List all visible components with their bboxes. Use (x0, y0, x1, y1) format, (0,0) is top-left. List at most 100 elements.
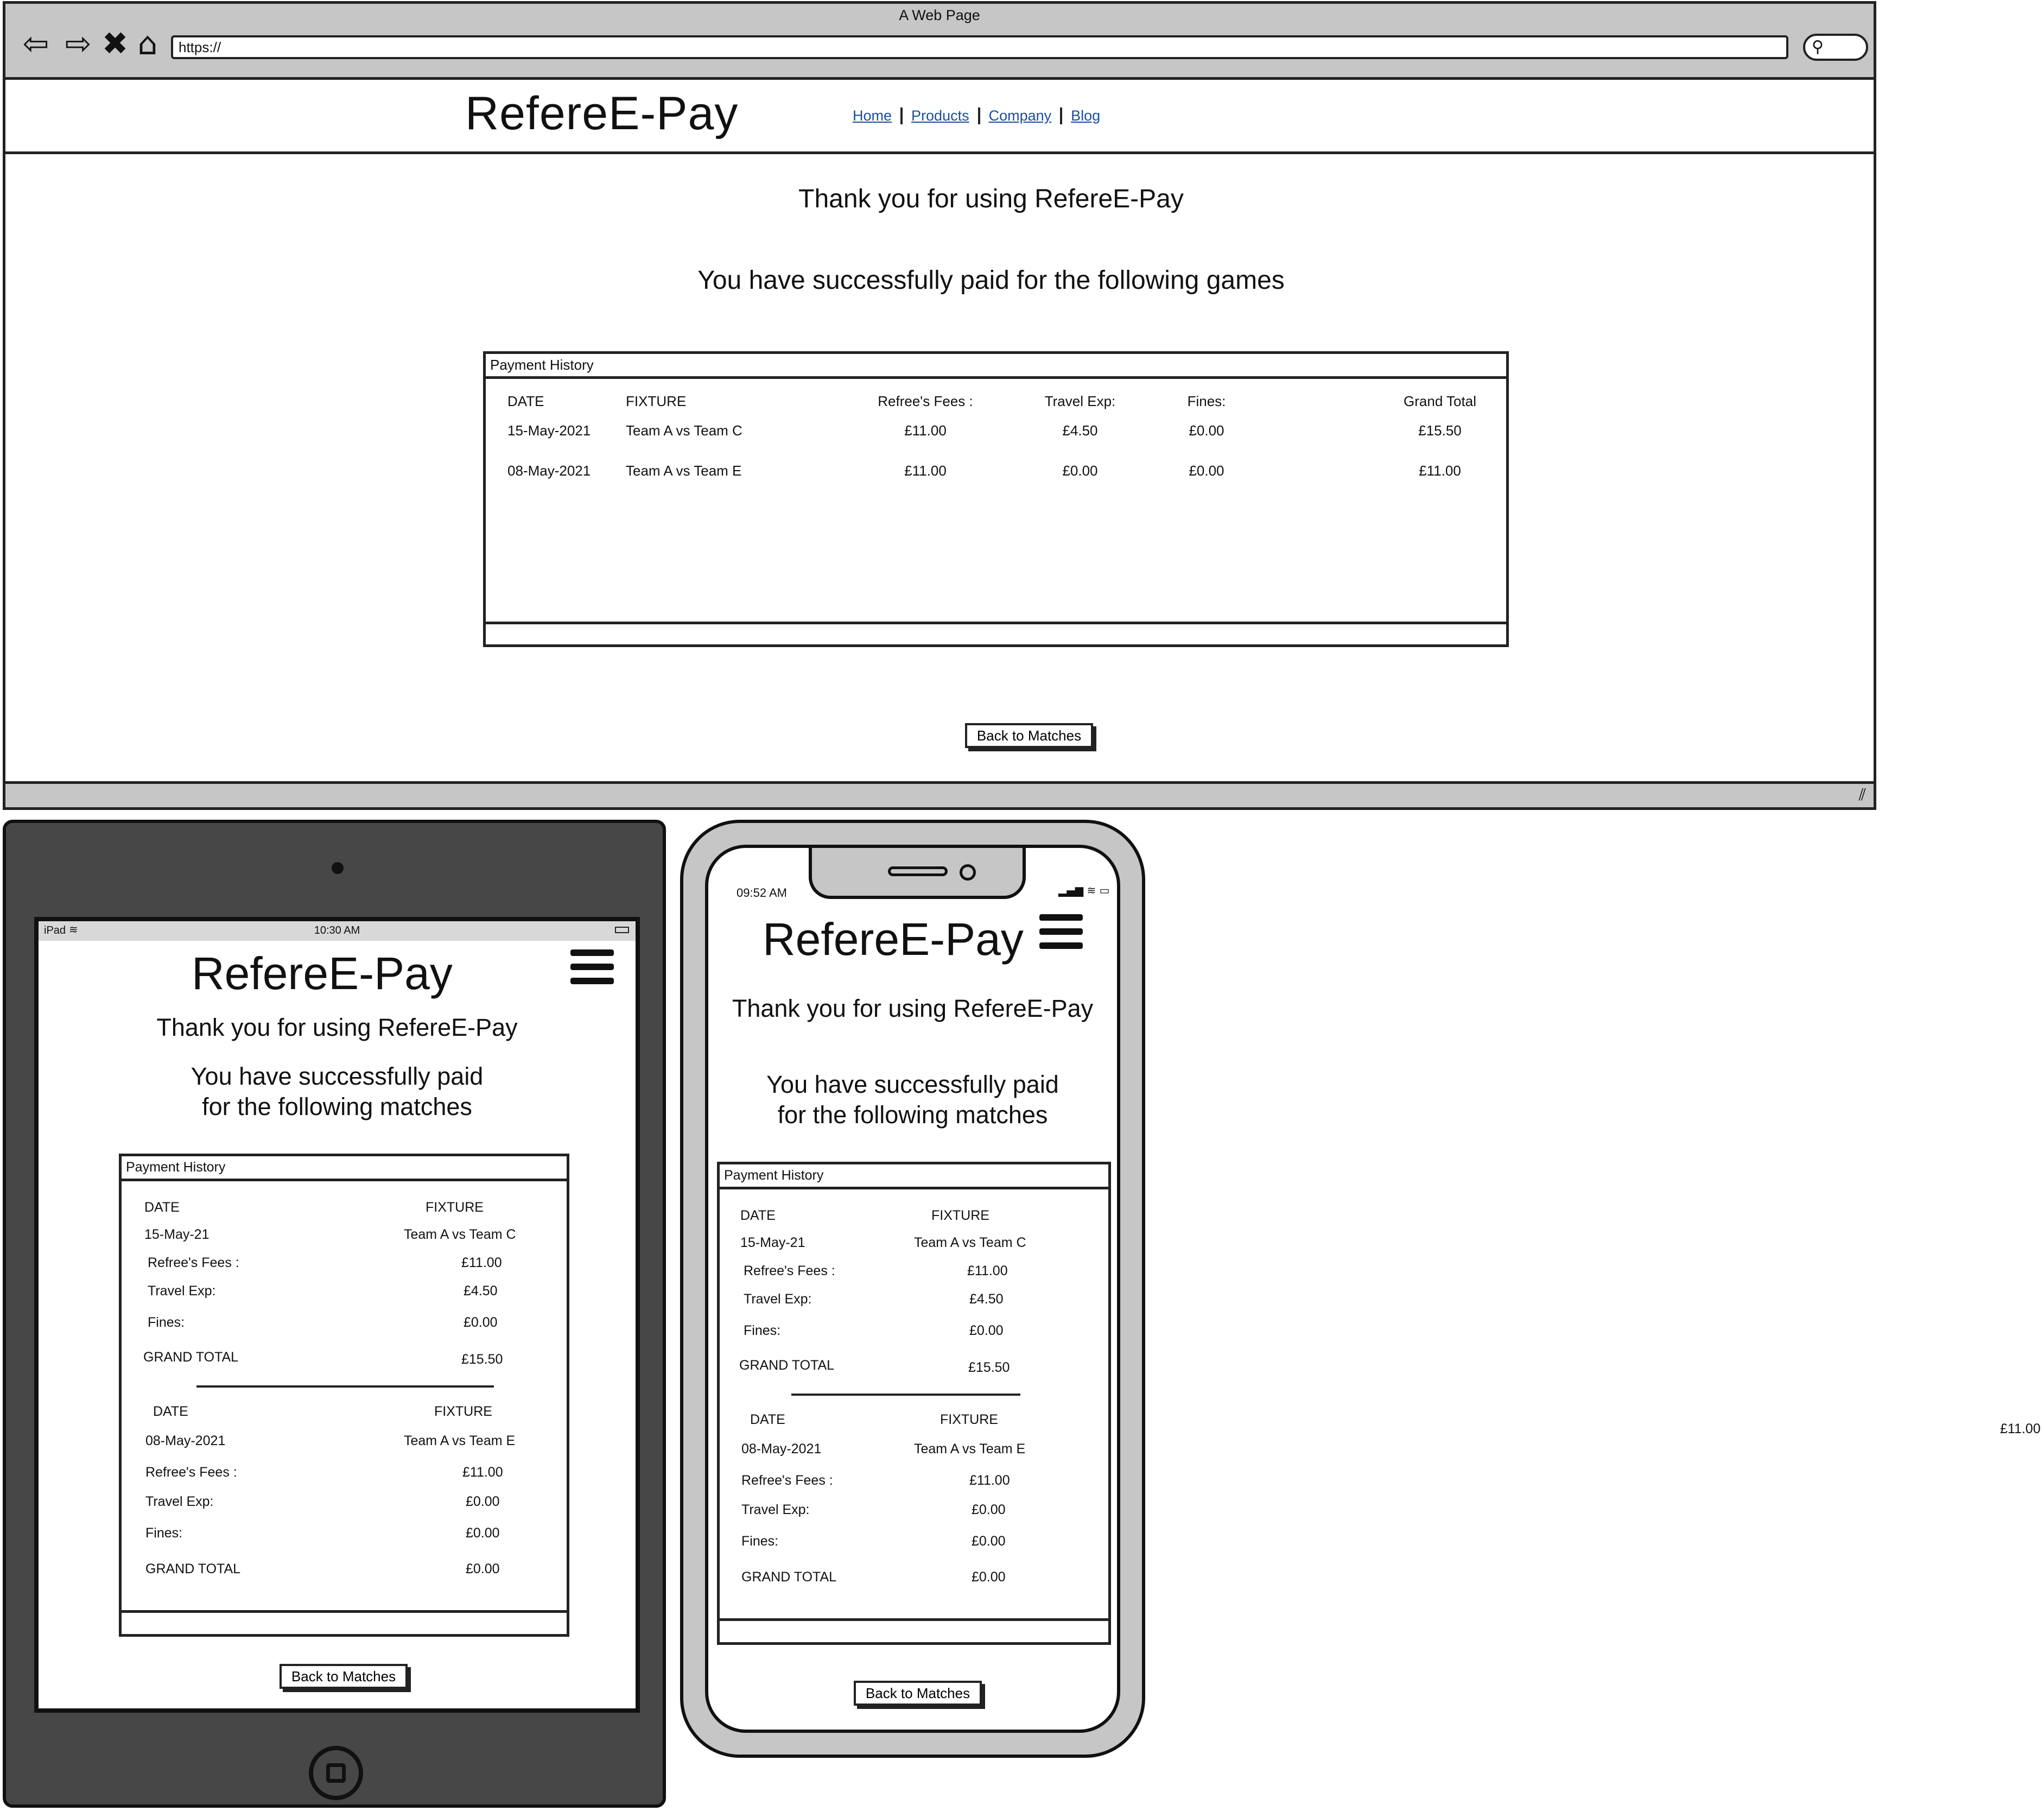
payment-success-message: You have successfully paid for the follo… (697, 266, 1285, 295)
payment-history-table: Payment History DATE FIXTURE Refree's Fe… (483, 351, 1509, 647)
cell-grand-total: £11.00 (1419, 463, 1461, 479)
date-label: DATE (740, 1208, 776, 1223)
fines-value: £0.00 (969, 1323, 1004, 1338)
grand-total-value: £0.00 (972, 1569, 1006, 1585)
message-line: for the following matches (777, 1101, 1048, 1129)
cell-fees: £11.00 (904, 422, 947, 439)
cell-travel: £0.00 (1062, 463, 1098, 479)
travel-value: £0.00 (466, 1494, 500, 1509)
col-travel: Travel Exp: (1044, 393, 1116, 409)
col-fixture: FIXTURE (626, 393, 687, 409)
back-to-matches-button[interactable]: Back to Matches (280, 1664, 408, 1689)
forward-arrow-icon[interactable]: ⇨ (60, 24, 97, 62)
cell-date: 15-May-2021 (507, 422, 591, 439)
nav-products-link[interactable]: Products (903, 107, 980, 124)
back-to-matches-button[interactable]: Back to Matches (965, 723, 1093, 748)
hamburger-menu-icon[interactable] (570, 949, 614, 992)
date-value: 08-May-2021 (145, 1433, 226, 1448)
travel-label: Travel Exp: (741, 1502, 810, 1517)
date-value: 15-May-21 (740, 1235, 805, 1250)
table-footer (122, 1610, 567, 1634)
grand-total-label: GRAND TOTAL (143, 1350, 239, 1365)
main-nav: Home Products Company Blog (844, 107, 1109, 124)
table-title: Payment History (720, 1164, 1108, 1189)
speaker-icon (888, 866, 948, 876)
payment-success-message: You have successfully paid for the follo… (708, 1069, 1117, 1130)
message-line: You have successfully paid (191, 1062, 484, 1090)
date-label: DATE (153, 1404, 188, 1419)
camera-icon (960, 864, 976, 881)
date-value: 15-May-21 (144, 1227, 210, 1242)
table-footer (486, 622, 1506, 644)
thank-you-heading: Thank you for using RefereE-Pay (798, 185, 1184, 213)
grand-total-label: GRAND TOTAL (739, 1358, 835, 1373)
record-divider (196, 1385, 494, 1388)
home-button-icon[interactable] (309, 1746, 363, 1800)
table-header-row: DATE FIXTURE Refree's Fees : Travel Exp:… (486, 393, 1506, 415)
fees-value: £11.00 (969, 1473, 1010, 1488)
fees-label: Refree's Fees : (148, 1255, 239, 1270)
stray-amount-label: £11.00 (2000, 1421, 2041, 1436)
message-line: for the following matches (202, 1093, 472, 1120)
nav-home-link[interactable]: Home (844, 107, 903, 124)
fixture-value: Team A vs Team C (404, 1227, 516, 1242)
site-logo[interactable]: RefereE-Pay (192, 947, 453, 1000)
cell-fixture: Team A vs Team C (626, 422, 742, 439)
status-time: 09:52 AM (737, 886, 787, 900)
phone-screen: 09:52 AM ▂▄▆ ≋ ▭ RefereE-Pay Thank you f… (705, 845, 1120, 1733)
fixture-label: FIXTURE (434, 1404, 492, 1419)
fines-value: £0.00 (972, 1534, 1006, 1549)
site-logo[interactable]: RefereE-Pay (465, 87, 738, 141)
travel-label: Travel Exp: (148, 1283, 216, 1299)
travel-label: Travel Exp: (744, 1291, 812, 1307)
nav-company-link[interactable]: Company (980, 107, 1063, 124)
message-line: You have successfully paid (766, 1071, 1059, 1098)
close-icon[interactable]: ✖ (97, 24, 134, 62)
thank-you-heading: Thank you for using RefereE-Pay (732, 995, 1094, 1022)
browser-search-field[interactable]: ⚲ (1803, 34, 1868, 61)
fees-value: £11.00 (462, 1465, 503, 1480)
back-arrow-icon[interactable]: ⇦ (17, 24, 54, 62)
fixture-value: Team A vs Team E (914, 1441, 1026, 1457)
status-time: 10:30 AM (314, 925, 360, 936)
date-value: 08-May-2021 (741, 1441, 822, 1457)
site-logo[interactable]: RefereE-Pay (763, 913, 1024, 966)
tablet-frame: iPad ≋ 10:30 AM RefereE-Pay Thank you fo… (3, 820, 666, 1808)
fixture-value: Team A vs Team C (914, 1235, 1026, 1250)
travel-value: £4.50 (464, 1283, 498, 1299)
record-divider (791, 1394, 1020, 1396)
cell-fines: £0.00 (1189, 422, 1224, 439)
hamburger-menu-icon[interactable] (1039, 914, 1083, 957)
fixture-label: FIXTURE (931, 1208, 989, 1223)
nav-blog-link[interactable]: Blog (1062, 107, 1109, 124)
grand-total-value: £0.00 (466, 1561, 500, 1576)
travel-value: £0.00 (972, 1502, 1006, 1517)
resize-grip-icon[interactable]: ⫽ (1859, 786, 1866, 805)
site-header: RefereE-Pay Home Products Company Blog (5, 81, 1874, 154)
home-icon[interactable]: ⌂ (129, 24, 166, 62)
battery-icon (615, 927, 629, 933)
cell-date: 08-May-2021 (507, 463, 591, 479)
browser-status-bar: ⫽ (5, 781, 1874, 807)
fines-label: Fines: (148, 1315, 185, 1330)
grand-total-value: £15.50 (461, 1352, 503, 1367)
thank-you-heading: Thank you for using RefereE-Pay (156, 1014, 518, 1041)
payment-history-table: Payment History DATE FIXTURE 15-May-21 T… (717, 1162, 1111, 1645)
browser-toolbar: A Web Page ⇦ ⇨ ✖ ⌂ https:// ⚲ (5, 4, 1874, 80)
payment-history-table: Payment History DATE FIXTURE 15-May-21 T… (119, 1154, 569, 1637)
back-to-matches-button[interactable]: Back to Matches (854, 1681, 982, 1706)
col-fines: Fines: (1187, 393, 1226, 409)
fixture-value: Team A vs Team E (404, 1433, 516, 1448)
travel-value: £4.50 (969, 1291, 1004, 1307)
url-input[interactable]: https:// (171, 35, 1788, 59)
col-fees: Refree's Fees : (878, 393, 973, 409)
camera-icon (332, 862, 344, 874)
fees-label: Refree's Fees : (744, 1263, 835, 1278)
browser-window: A Web Page ⇦ ⇨ ✖ ⌂ https:// ⚲ RefereE-Pa… (3, 1, 1876, 810)
grand-total-value: £15.50 (968, 1360, 1010, 1375)
fines-value: £0.00 (466, 1525, 500, 1541)
cell-travel: £4.50 (1062, 422, 1098, 439)
search-icon: ⚲ (1812, 38, 1824, 56)
window-title: A Web Page (899, 7, 980, 23)
fines-label: Fines: (145, 1525, 183, 1541)
